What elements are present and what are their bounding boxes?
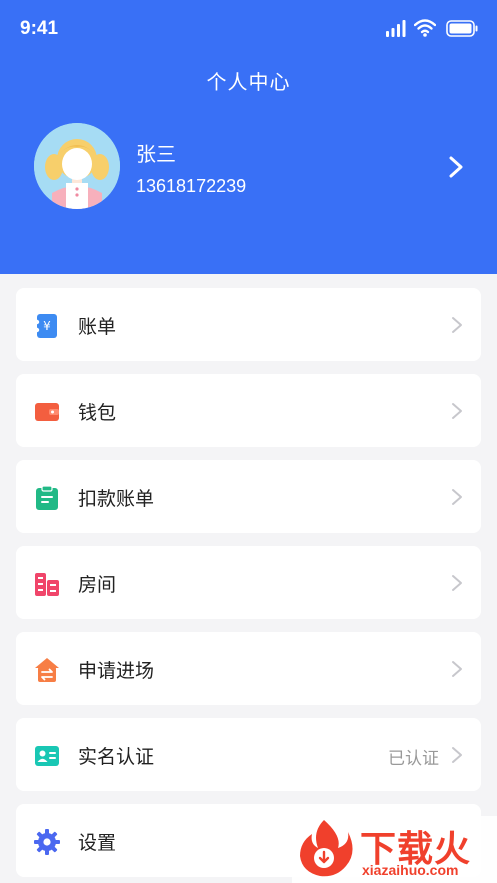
chevron-right-icon	[452, 661, 462, 677]
chevron-right-icon	[452, 317, 462, 333]
menu-item-label: 设置	[78, 832, 117, 854]
menu-item-label: 账单	[78, 316, 117, 338]
girl-avatar-icon	[34, 123, 120, 209]
chevron-right-icon	[452, 489, 462, 505]
status-time: 9:41	[20, 18, 59, 39]
gear-icon	[34, 829, 60, 855]
signal-icon	[386, 20, 406, 37]
menu-item-label: 房间	[78, 574, 117, 596]
clipboard-icon	[36, 485, 58, 510]
avatar[interactable]	[34, 123, 120, 209]
chevron-right-icon	[452, 575, 462, 591]
chevron-right-icon	[452, 403, 462, 419]
svg-text:¥: ¥	[43, 319, 51, 333]
watermark: 下载火 xiazaihuo.com	[292, 816, 497, 883]
chevron-right-icon	[452, 747, 462, 763]
bill-icon: ¥	[34, 314, 57, 338]
menu-item-deduction-bill[interactable]: 扣款账单	[16, 460, 481, 533]
menu-item-label: 申请进场	[78, 660, 155, 682]
menu-item-room[interactable]: 房间	[16, 546, 481, 619]
watermark-url: xiazaihuo.com	[362, 862, 459, 878]
menu-item-label: 实名认证	[78, 746, 155, 768]
menu-item-bill[interactable]: ¥ 账单	[16, 288, 481, 361]
user-name[interactable]: 张三	[136, 138, 176, 167]
chevron-right-icon[interactable]	[448, 155, 464, 179]
menu-item-wallet[interactable]: 钱包	[16, 374, 481, 447]
verified-status: 已认证	[388, 749, 439, 769]
page-title: 个人中心	[206, 70, 291, 94]
id-card-icon	[35, 746, 59, 766]
wifi-icon	[414, 19, 436, 37]
status-bar: 9:41	[0, 0, 497, 56]
battery-icon	[446, 20, 478, 37]
menu-item-apply-entry[interactable]: 申请进场	[16, 632, 481, 705]
menu-item-label: 钱包	[78, 402, 117, 424]
fire-logo-icon	[300, 820, 353, 877]
menu-item-real-name-auth[interactable]: 实名认证 已认证	[16, 718, 481, 791]
user-phone: 13618172239	[136, 176, 247, 196]
menu-item-label: 扣款账单	[78, 488, 155, 510]
profile-header: 9:41 个人中心 张三 13618172239	[0, 0, 497, 274]
house-exchange-icon	[35, 658, 59, 682]
wallet-icon	[35, 403, 59, 421]
building-icon	[35, 573, 59, 596]
